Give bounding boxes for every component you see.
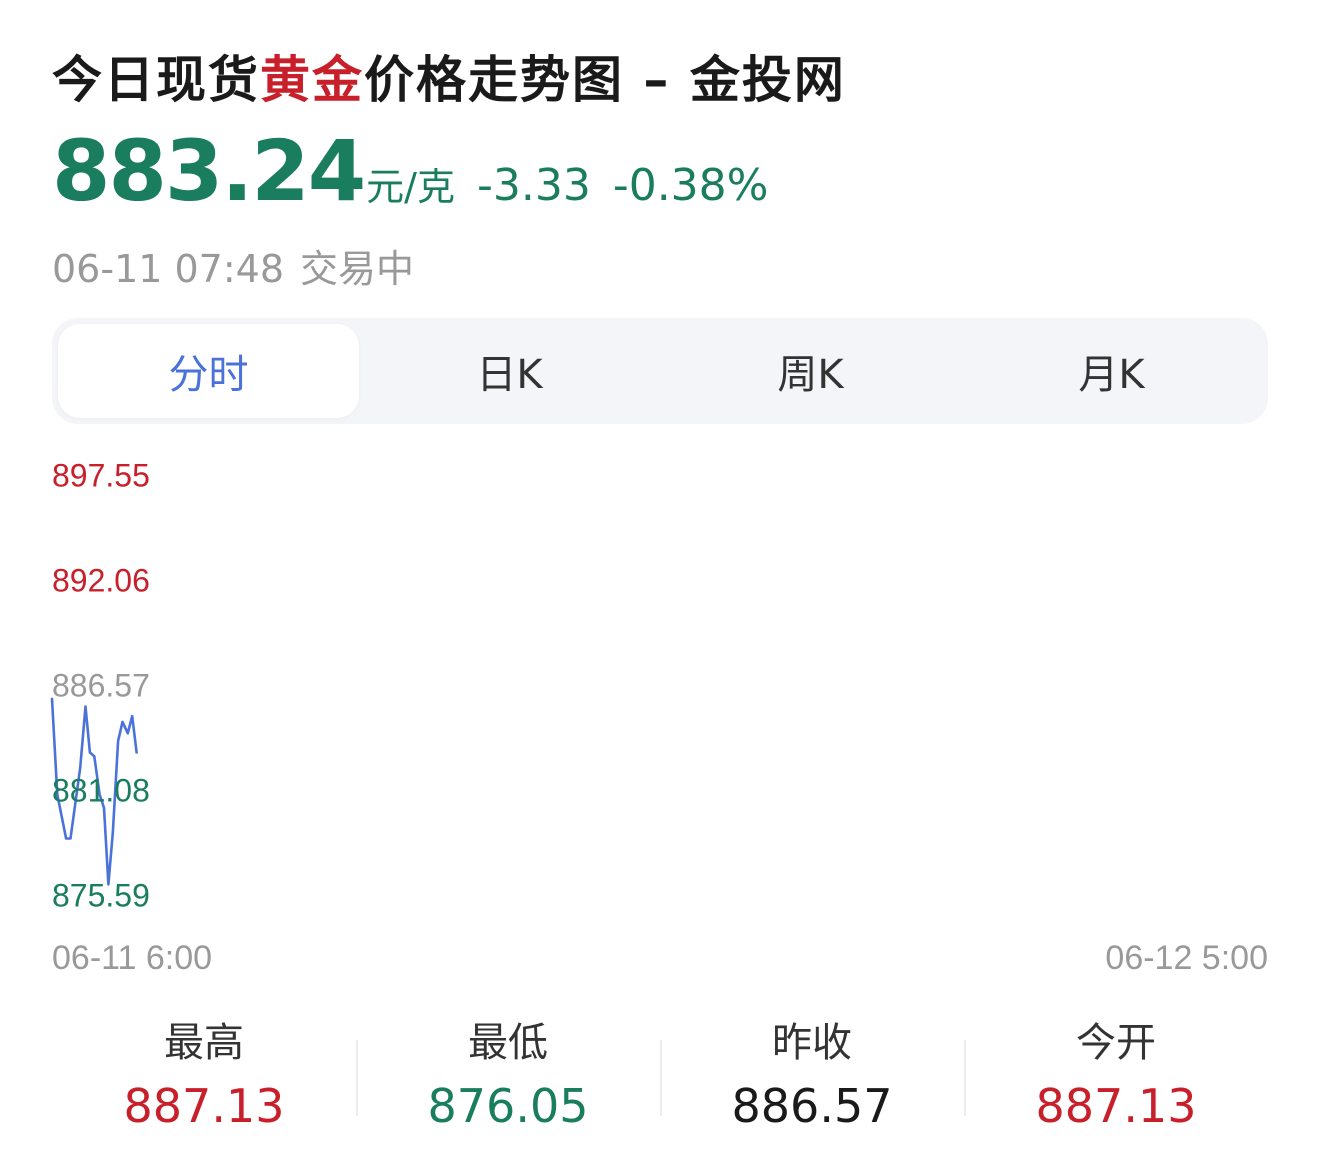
y-tick-label: 892.06 bbox=[52, 562, 150, 598]
title-highlight: 黄金 bbox=[260, 51, 364, 109]
stat-value: 887.13 bbox=[123, 1079, 285, 1133]
quote-row: 883.24 元/克 -3.33 -0.38% bbox=[52, 122, 769, 220]
stat-label: 昨收 bbox=[772, 1020, 852, 1066]
tab-weekly-k[interactable]: 周K bbox=[660, 324, 961, 418]
x-start-label: 06-11 6:00 bbox=[52, 939, 212, 977]
stat-value: 886.57 bbox=[731, 1079, 893, 1133]
stat-value: 876.05 bbox=[427, 1079, 589, 1133]
period-tabs: 分时 日K 周K 月K bbox=[52, 318, 1268, 424]
price-chart-svg: 897.55 892.06 886.57 881.08 875.59 06-11 6:00… bbox=[50, 457, 1268, 977]
current-price: 883.24 bbox=[52, 122, 366, 220]
stat-open: 今开 887.13 bbox=[964, 1018, 1268, 1138]
stats-bar: 最高 887.13 最低 876.05 昨收 886.57 今开 887.13 bbox=[52, 1018, 1268, 1138]
price-change: -3.33 bbox=[476, 160, 591, 211]
stat-label: 今开 bbox=[1076, 1020, 1156, 1066]
stat-label: 最低 bbox=[468, 1020, 548, 1066]
y-tick-label: 897.55 bbox=[52, 457, 150, 493]
tab-intraday[interactable]: 分时 bbox=[58, 324, 359, 418]
tab-monthly-k[interactable]: 月K bbox=[961, 324, 1262, 418]
stat-label: 最高 bbox=[164, 1020, 244, 1066]
stat-high: 最高 887.13 bbox=[52, 1018, 356, 1138]
quote-datetime: 06-11 07:48 bbox=[52, 247, 285, 291]
stat-low: 最低 876.05 bbox=[356, 1018, 660, 1138]
price-unit: 元/克 bbox=[366, 165, 455, 209]
trading-status: 交易中 bbox=[300, 247, 415, 291]
y-tick-label: 875.59 bbox=[52, 877, 150, 913]
price-change-percent: -0.38% bbox=[612, 160, 769, 211]
y-tick-label: 881.08 bbox=[52, 772, 150, 808]
title-prefix: 今日现货 bbox=[52, 51, 260, 109]
title-suffix: 价格走势图 – 金投网 bbox=[364, 51, 846, 109]
stat-prev-close: 昨收 886.57 bbox=[660, 1018, 964, 1138]
page-title: 今日现货黄金价格走势图 – 金投网 bbox=[52, 40, 846, 112]
price-chart: 897.55 892.06 886.57 881.08 875.59 06-11 6:00… bbox=[0, 440, 1320, 1000]
y-tick-label: 886.57 bbox=[52, 667, 150, 703]
x-end-label: 06-12 5:00 bbox=[1105, 939, 1268, 977]
quote-meta: 06-11 07:48 交易中 bbox=[52, 238, 414, 293]
stat-value: 887.13 bbox=[1035, 1079, 1197, 1133]
tab-daily-k[interactable]: 日K bbox=[359, 324, 660, 418]
